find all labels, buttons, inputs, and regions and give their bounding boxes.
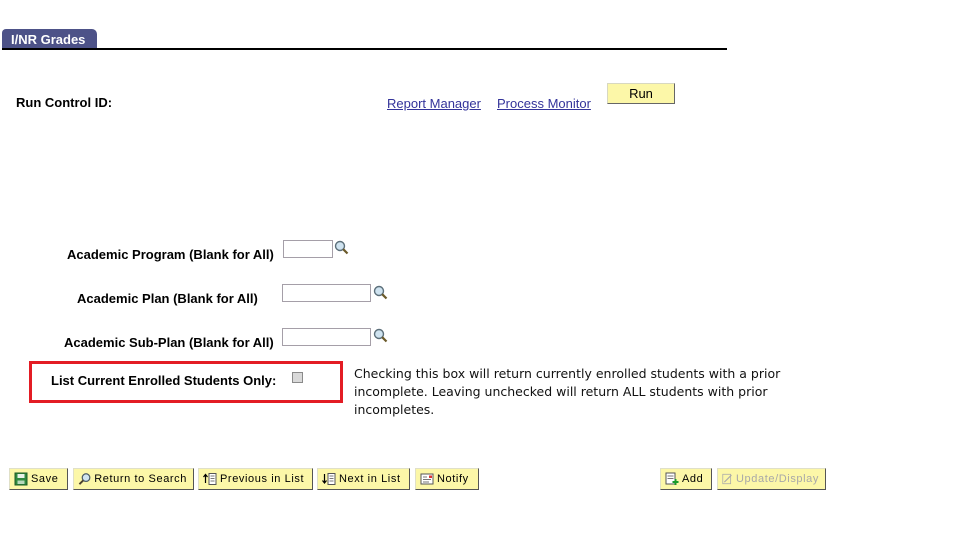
academic-plan-lookup-icon[interactable]	[373, 285, 388, 300]
search-icon	[78, 473, 91, 485]
return-to-search-button[interactable]: Return to Search	[73, 468, 194, 490]
notify-button[interactable]: Notify	[415, 468, 479, 490]
checkbox-help-text: Checking this box will return currently …	[354, 365, 794, 419]
update-icon	[722, 473, 732, 485]
previous-icon	[203, 473, 217, 485]
academic-sub-plan-lookup-icon[interactable]	[373, 328, 388, 343]
report-manager-link[interactable]: Report Manager	[387, 96, 481, 111]
academic-plan-input[interactable]	[282, 284, 371, 302]
add-button[interactable]: Add	[660, 468, 712, 490]
save-button[interactable]: Save	[9, 468, 68, 490]
next-icon	[322, 473, 336, 485]
current-enrolled-checkbox[interactable]	[292, 372, 303, 383]
academic-program-label: Academic Program (Blank for All)	[67, 247, 274, 262]
academic-program-input[interactable]	[283, 240, 333, 258]
previous-in-list-button[interactable]: Previous in List	[198, 468, 313, 490]
help-text-line: incomplete. Leaving unchecked will retur…	[354, 384, 768, 399]
next-in-list-button[interactable]: Next in List	[317, 468, 410, 490]
academic-sub-plan-input[interactable]	[282, 328, 371, 346]
academic-sub-plan-label: Academic Sub-Plan (Blank for All)	[64, 335, 274, 350]
update-display-button[interactable]: Update/Display	[717, 468, 826, 490]
tab-inr-grades[interactable]: I/NR Grades	[2, 29, 98, 49]
update-display-label: Update/Display	[736, 473, 819, 485]
add-icon	[665, 472, 679, 485]
run-control-id-label: Run Control ID:	[16, 95, 113, 110]
academic-plan-label: Academic Plan (Blank for All)	[77, 291, 258, 306]
previous-in-list-label: Previous in List	[220, 473, 305, 485]
notify-label: Notify	[437, 473, 469, 485]
save-icon	[14, 472, 28, 486]
next-in-list-label: Next in List	[339, 473, 401, 485]
notify-icon	[420, 473, 434, 485]
save-label: Save	[31, 473, 59, 485]
help-text-line: Checking this box will return currently …	[354, 366, 781, 381]
return-to-search-label: Return to Search	[94, 473, 187, 485]
add-label: Add	[682, 473, 704, 485]
help-text-line: incompletes.	[354, 402, 435, 417]
current-enrolled-label: List Current Enrolled Students Only:	[51, 373, 277, 388]
run-button[interactable]: Run	[607, 83, 675, 104]
process-monitor-link[interactable]: Process Monitor	[497, 96, 591, 111]
academic-program-lookup-icon[interactable]	[334, 240, 349, 255]
tab-divider	[2, 48, 727, 50]
